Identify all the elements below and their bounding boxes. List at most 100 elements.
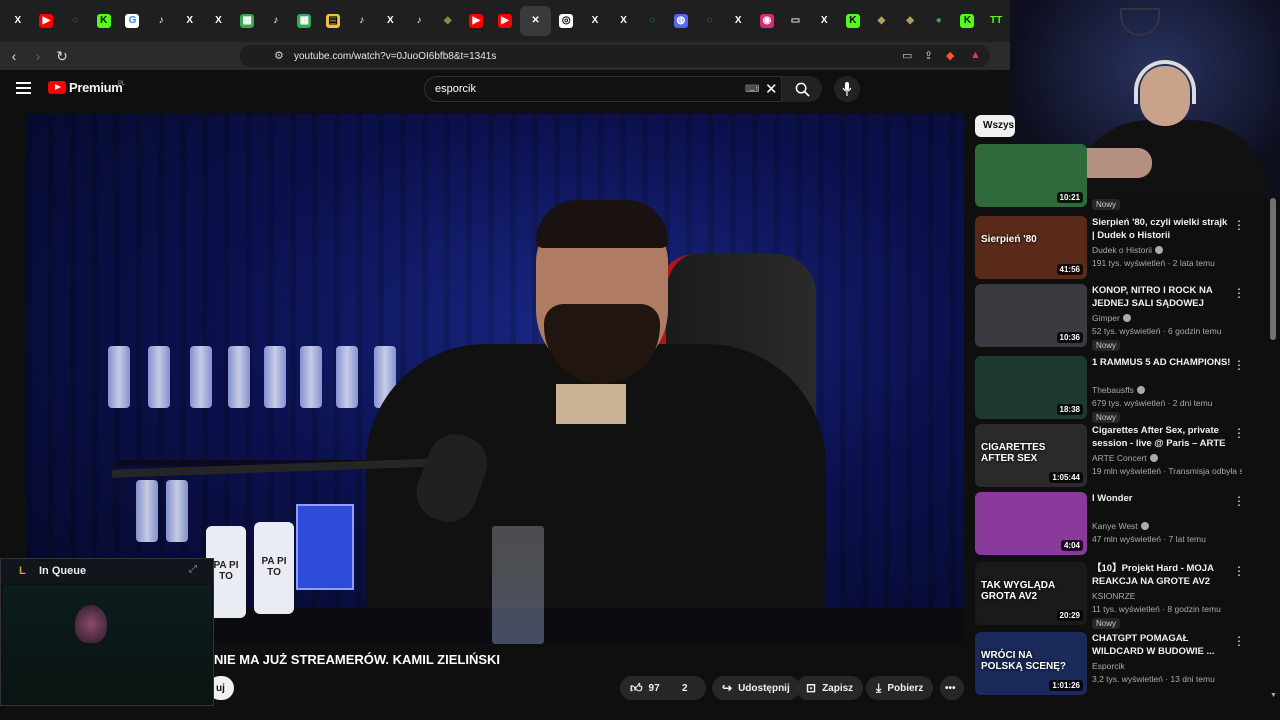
suggested-video[interactable]: 10:36 KONOP, NITRO I ROCK NA JEDNEJ SALI … <box>975 284 1275 351</box>
browser-tab[interactable]: ▤ <box>319 6 347 36</box>
share-button[interactable]: ↪ Udostępnij <box>712 676 800 700</box>
more-actions-button[interactable]: ••• <box>940 676 964 700</box>
suggested-video[interactable]: 18:38 1 RAMMUS 5 AD CHAMPIONS! Thebausffs 6… <box>975 356 1275 423</box>
video-title[interactable]: Sierpień '80, czyli wielki strajk | Dude… <box>1092 216 1232 242</box>
suggested-video[interactable]: CIGARETTES AFTER SEX 1:05:44 Cigarettes Af… <box>975 424 1275 488</box>
search-button[interactable] <box>782 76 822 102</box>
browser-tab[interactable]: ● <box>925 6 953 36</box>
brave-shield-icon[interactable]: ◆ <box>946 49 954 62</box>
channel-name[interactable]: Thebausffs <box>1092 385 1145 395</box>
keyboard-icon[interactable]: ⌨ <box>745 84 759 95</box>
video-thumbnail[interactable]: TAK WYGLĄDA GROTA AV2 20:29 <box>975 562 1087 625</box>
browser-tab[interactable]: X <box>724 6 752 36</box>
channel-name[interactable]: Gimper <box>1092 313 1131 323</box>
share-icon[interactable]: ⇪ <box>924 49 933 62</box>
suggested-video[interactable]: Sierpień '80 41:56 Sierpień '80, czyli wie… <box>975 216 1275 280</box>
browser-tab[interactable]: ▦ <box>291 6 319 36</box>
more-vertical-icon[interactable]: ⋮ <box>1233 494 1245 508</box>
browser-tab[interactable]: ◉ <box>753 6 781 36</box>
browser-tab[interactable]: ✕ <box>519 6 552 36</box>
save-button[interactable]: ⊡ Zapisz <box>796 676 864 700</box>
browser-tab[interactable]: ◎ <box>552 6 580 36</box>
browser-tab[interactable]: X <box>810 6 838 36</box>
reload-icon[interactable]: ↻ <box>52 46 72 66</box>
video-thumbnail[interactable]: 4:04 <box>975 492 1087 555</box>
video-thumbnail[interactable]: 10:36 <box>975 284 1087 347</box>
browser-tab[interactable]: ♪ <box>262 6 290 36</box>
youtube-premium-logo[interactable]: Premium PL <box>48 80 125 95</box>
site-settings-icon[interactable]: ⚙ <box>274 49 284 62</box>
browser-tab[interactable]: ◍ <box>667 6 695 36</box>
suggested-video[interactable]: 10:21 Nowy <box>975 144 1275 210</box>
suggested-video[interactable]: 4:04 I Wonder Kanye West 47 mln wyświetleń … <box>975 492 1275 556</box>
more-vertical-icon[interactable]: ⋮ <box>1233 218 1245 232</box>
video-title[interactable]: CHATGPT POMAGAŁ WILDCARD W BUDOWIE ... <box>1092 632 1232 658</box>
browser-tab[interactable]: ◌ <box>638 6 666 36</box>
browser-tab[interactable]: X <box>176 6 204 36</box>
video-thumbnail[interactable]: 10:21 <box>975 144 1087 207</box>
channel-name[interactable]: Kanye West <box>1092 521 1149 531</box>
video-title[interactable]: 1 RAMMUS 5 AD CHAMPIONS! <box>1092 356 1232 369</box>
browser-tab[interactable]: ▶ <box>491 6 519 36</box>
channel-name[interactable]: KSIONRZE <box>1092 591 1135 601</box>
like-button[interactable]: 👍︎ 97 <box>620 676 680 700</box>
browser-tab[interactable]: ♪ <box>147 6 175 36</box>
scroll-down-icon[interactable]: ▼ <box>1270 692 1277 699</box>
address-bar[interactable]: ⚙ youtube.com/watch?v=0JuoOI6bfb8&t=1341… <box>240 45 990 67</box>
video-title[interactable]: 【10】Projekt Hard - MOJA REAKCJA NA GROTE… <box>1092 562 1232 589</box>
expand-icon[interactable]: ⤢ <box>189 564 197 575</box>
more-vertical-icon[interactable]: ⋮ <box>1233 634 1245 648</box>
browser-tab[interactable]: X <box>4 6 32 36</box>
browser-tab[interactable]: G <box>119 6 147 36</box>
suggested-video[interactable]: WRÓCI NA POLSKĄ SCENĘ? 1:01:26 CHATGPT POM… <box>975 632 1275 696</box>
video-title[interactable]: I Wonder <box>1092 492 1232 505</box>
channel-name[interactable]: ARTE Concert <box>1092 453 1158 463</box>
browser-tab[interactable]: X <box>205 6 233 36</box>
download-button[interactable]: ⤓ Pobierz <box>866 676 934 700</box>
video-title[interactable]: Cigarettes After Sex, private session - … <box>1092 424 1232 451</box>
video-thumbnail[interactable]: CIGARETTES AFTER SEX 1:05:44 <box>975 424 1087 487</box>
browser-tab[interactable]: ♪ <box>348 6 376 36</box>
browser-tab[interactable]: ◆ <box>434 6 462 36</box>
more-vertical-icon[interactable]: ⋮ <box>1233 358 1245 372</box>
browser-tab[interactable]: K <box>954 6 982 36</box>
video-thumbnail[interactable]: WRÓCI NA POLSKĄ SCENĘ? 1:01:26 <box>975 632 1087 695</box>
browser-tab[interactable]: X <box>610 6 638 36</box>
sidebar-scrollbar[interactable] <box>1270 198 1276 340</box>
browser-tab[interactable]: ▶ <box>463 6 491 36</box>
more-vertical-icon[interactable]: ⋮ <box>1233 564 1245 578</box>
browser-tab[interactable]: TT <box>982 6 1010 36</box>
browser-tab[interactable]: ◆ <box>868 6 896 36</box>
channel-name[interactable]: Dudek o Historii <box>1092 245 1163 255</box>
search-input[interactable]: esporcik ⌨ ✕ <box>424 76 782 102</box>
video-thumbnail[interactable]: 18:38 <box>975 356 1087 419</box>
back-icon[interactable]: ‹ <box>4 46 24 66</box>
cast-icon[interactable]: ▭ <box>902 49 912 62</box>
browser-tab[interactable]: ▦ <box>233 6 261 36</box>
browser-tab[interactable]: K <box>839 6 867 36</box>
rewards-icon[interactable]: ▲ <box>970 49 981 61</box>
video-frame-can <box>108 346 130 408</box>
more-vertical-icon[interactable]: ⋮ <box>1233 286 1245 300</box>
browser-tab[interactable]: X <box>581 6 609 36</box>
channel-name[interactable]: Esporcik <box>1092 661 1125 671</box>
dislike-count: 2 <box>682 682 688 694</box>
forward-icon[interactable]: › <box>28 46 48 66</box>
browser-tab[interactable]: ▶ <box>33 6 61 36</box>
browser-tab[interactable]: ◌ <box>696 6 724 36</box>
browser-tab[interactable]: ◆ <box>896 6 924 36</box>
browser-tab[interactable]: ♪ <box>405 6 433 36</box>
suggested-video[interactable]: TAK WYGLĄDA GROTA AV2 20:29 【10】Projekt Ha… <box>975 562 1275 629</box>
video-thumbnail[interactable]: Sierpień '80 41:56 <box>975 216 1087 279</box>
browser-tab[interactable]: ▭ <box>782 6 810 36</box>
menu-icon[interactable] <box>16 82 31 94</box>
filter-chip-all[interactable]: Wszys <box>975 115 1015 137</box>
more-vertical-icon[interactable]: ⋮ <box>1233 426 1245 440</box>
video-title[interactable]: KONOP, NITRO I ROCK NA JEDNEJ SALI SĄDOW… <box>1092 284 1232 310</box>
browser-tab[interactable]: X <box>377 6 405 36</box>
clear-search-icon[interactable]: ✕ <box>765 80 778 98</box>
voice-search-button[interactable] <box>834 76 860 102</box>
dislike-button[interactable]: 2 <box>672 676 706 700</box>
browser-tab[interactable]: K <box>90 6 118 36</box>
browser-tab[interactable]: ◌ <box>61 6 89 36</box>
